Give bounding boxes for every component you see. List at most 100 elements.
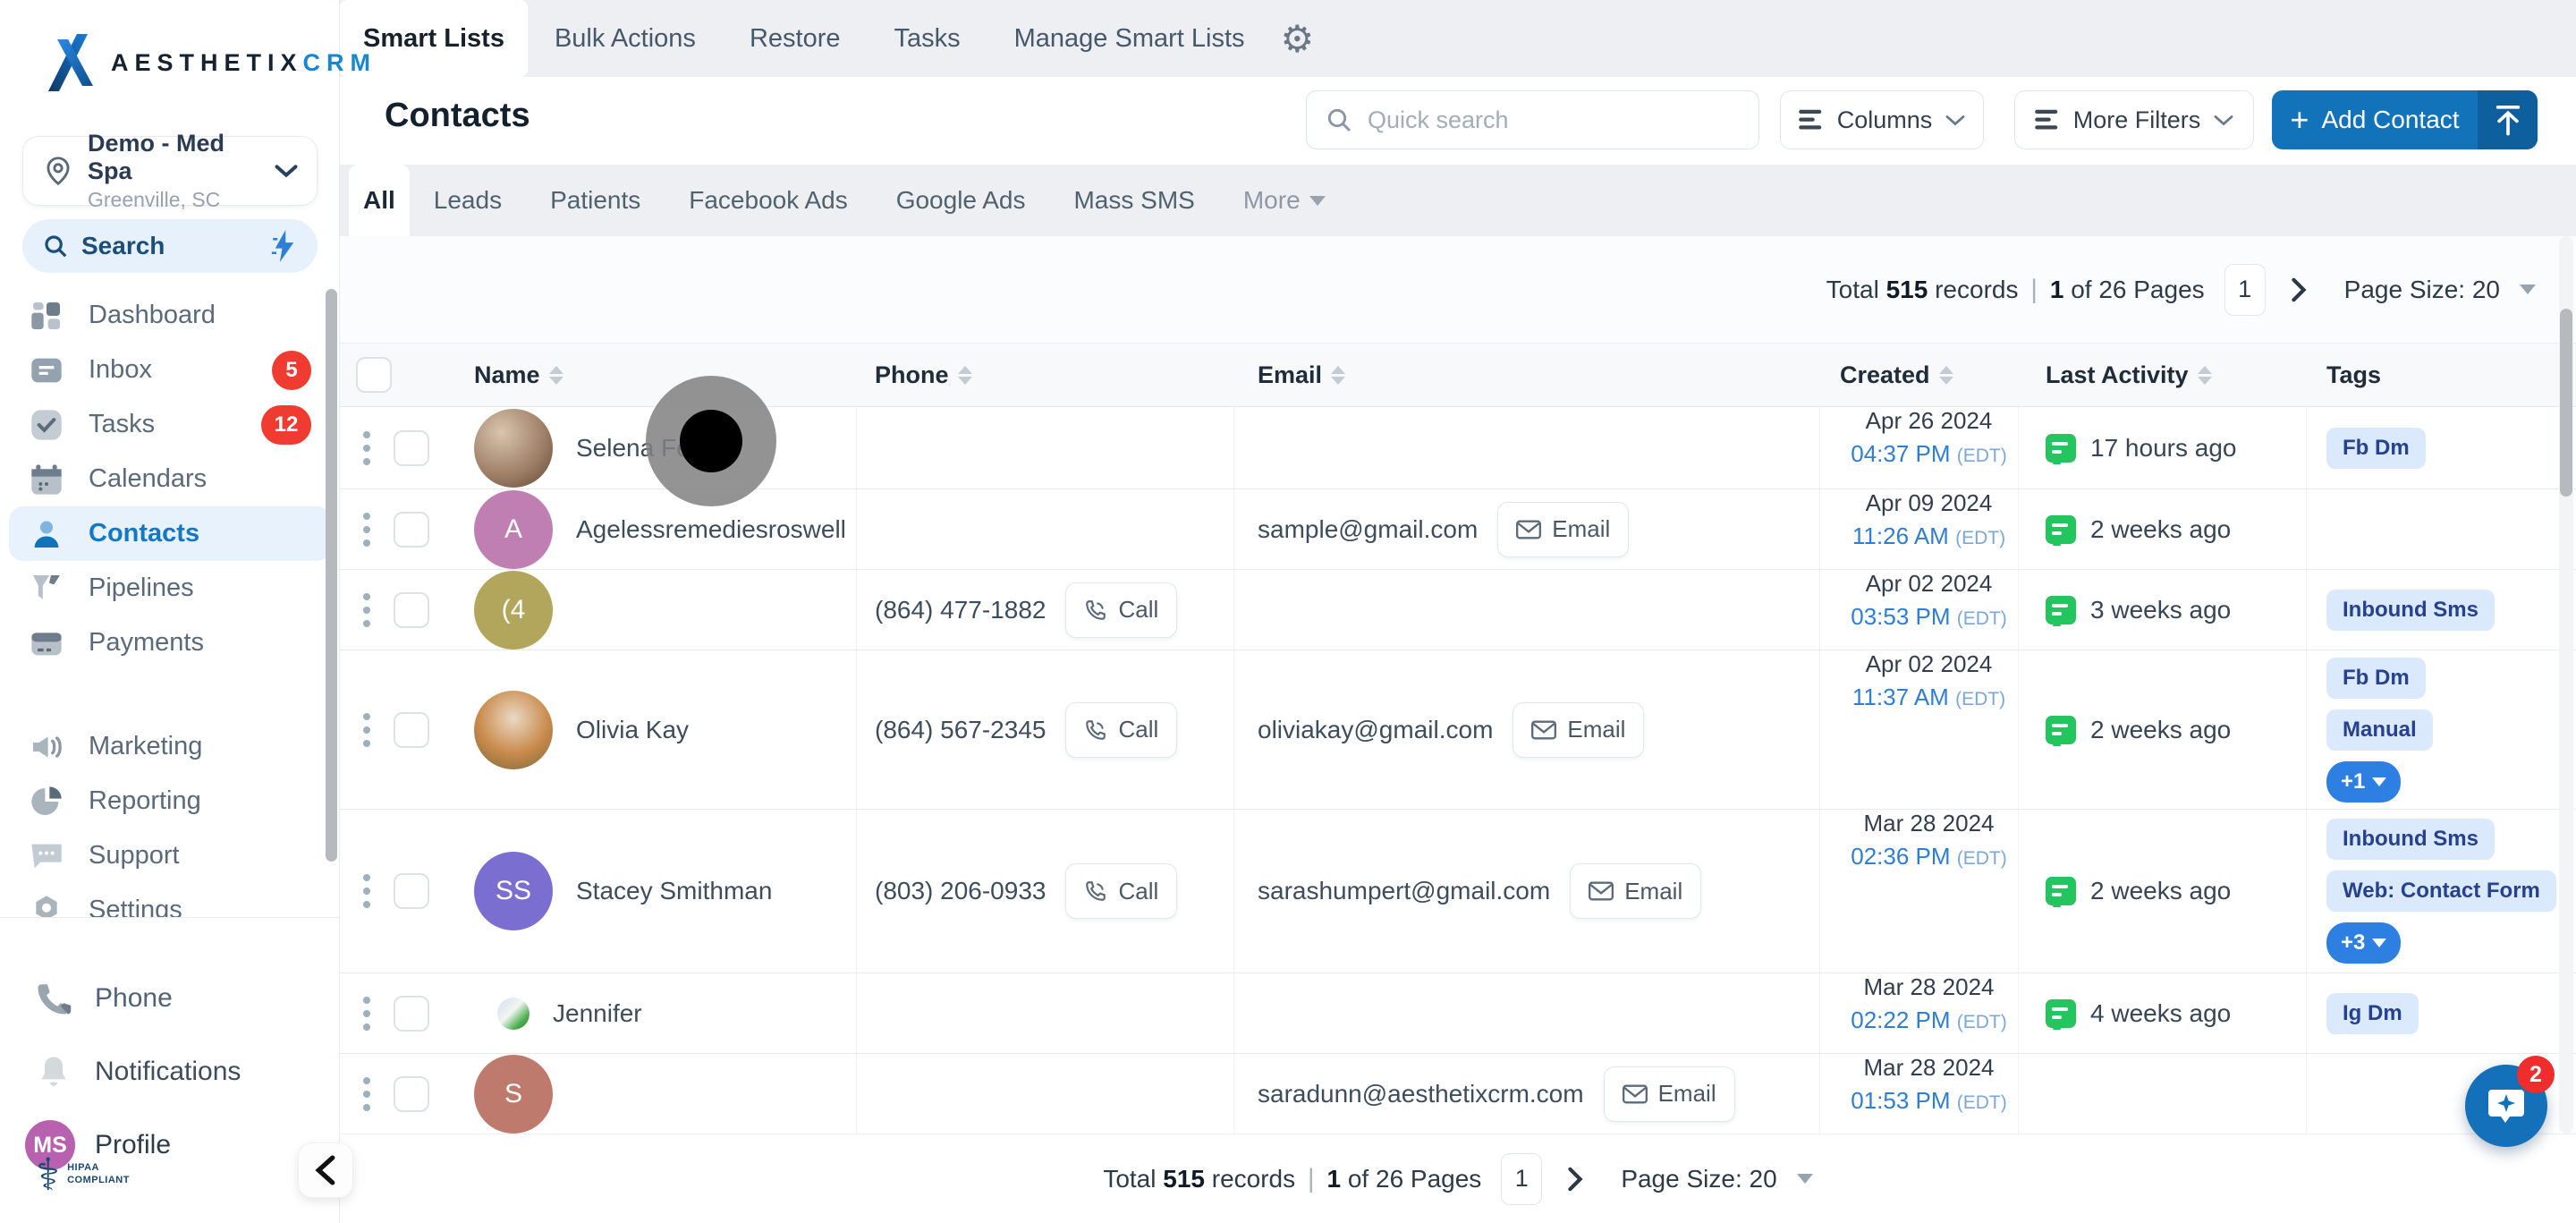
sidebar-item-tasks[interactable]: Tasks 12 xyxy=(9,397,331,452)
contact-name-link[interactable]: Jennifer xyxy=(553,999,642,1028)
tag-pill: Inbound Sms xyxy=(2326,590,2495,631)
call-button[interactable]: Call xyxy=(1065,582,1177,638)
email-button[interactable]: Email xyxy=(1570,863,1701,919)
table-row[interactable]: (4 (864) 477-1882 Call Apr 02 2024 03:53… xyxy=(340,570,2576,650)
sidebar-search[interactable]: Search xyxy=(22,219,318,273)
row-checkbox[interactable] xyxy=(394,873,429,909)
page-number-input[interactable] xyxy=(1501,1153,1542,1205)
column-header-email[interactable]: Email xyxy=(1234,361,1820,389)
tab-manage-smart-lists[interactable]: Manage Smart Lists xyxy=(987,0,1272,77)
select-all-checkbox[interactable] xyxy=(356,357,392,393)
email-button[interactable]: Email xyxy=(1604,1066,1735,1122)
sidebar-item-phone[interactable]: Phone xyxy=(0,970,339,1027)
add-contact-button[interactable]: + Add Contact xyxy=(2272,90,2538,149)
table-row[interactable]: S saradunn@aesthetixcrm.com Email Mar 28… xyxy=(340,1054,2576,1134)
page-number-input[interactable] xyxy=(2224,264,2266,316)
row-checkbox[interactable] xyxy=(394,712,429,748)
tab-tasks[interactable]: Tasks xyxy=(867,0,987,77)
sidebar: AESTHETIXCRM Demo - Med Spa Greenville, … xyxy=(0,0,340,1223)
sidebar-item-notifications[interactable]: Notifications xyxy=(0,1043,339,1100)
quick-search[interactable] xyxy=(1306,90,1759,149)
next-page-button[interactable] xyxy=(1562,1163,1589,1195)
message-icon xyxy=(2046,877,2076,905)
smartlist-tab-facebook-ads[interactable]: Facebook Ads xyxy=(665,165,871,236)
drag-handle-icon[interactable] xyxy=(363,713,370,747)
row-checkbox[interactable] xyxy=(394,1076,429,1112)
sidebar-item-label: Inbox xyxy=(89,355,152,385)
sidebar-item-payments[interactable]: Payments xyxy=(9,616,331,670)
drag-handle-icon[interactable] xyxy=(363,997,370,1031)
smartlist-tab-patients[interactable]: Patients xyxy=(526,165,665,236)
sidebar-item-dashboard[interactable]: Dashboard xyxy=(9,288,331,343)
column-header-tags: Tags xyxy=(2307,361,2576,389)
columns-button[interactable]: Columns xyxy=(1780,90,1984,149)
more-tags-button[interactable]: +1 xyxy=(2326,761,2401,803)
email-button[interactable]: Email xyxy=(1513,702,1644,758)
row-checkbox[interactable] xyxy=(394,996,429,1032)
caret-down-icon[interactable] xyxy=(2520,285,2536,294)
more-label: More xyxy=(1243,186,1301,215)
caret-down-icon[interactable] xyxy=(1797,1174,1813,1184)
records-summary: Total 515 records | 1 of 26 Pages xyxy=(1826,275,2205,305)
table-row[interactable]: Jennifer Mar 28 2024 02:22 PM (EDT) 4 we… xyxy=(340,973,2576,1054)
page-size-label[interactable]: Page Size: 20 xyxy=(1621,1165,1776,1193)
credit-card-icon xyxy=(27,624,66,663)
row-checkbox[interactable] xyxy=(394,512,429,548)
page-size-label[interactable]: Page Size: 20 xyxy=(2344,276,2500,304)
smartlist-tab-google-ads[interactable]: Google Ads xyxy=(872,165,1050,236)
sidebar-scrollbar[interactable] xyxy=(326,289,337,862)
smartlist-tab-more[interactable]: More xyxy=(1219,165,1350,236)
main-content: Smart Lists Bulk Actions Restore Tasks M… xyxy=(340,0,2576,1223)
sidebar-item-reporting[interactable]: Reporting xyxy=(9,774,331,828)
column-header-last-activity[interactable]: Last Activity xyxy=(2019,361,2307,389)
row-checkbox[interactable] xyxy=(394,592,429,628)
table-row[interactable]: SS Stacey Smithman (803) 206-0933 Call s… xyxy=(340,810,2576,973)
sidebar-item-calendars[interactable]: Calendars xyxy=(9,452,331,506)
call-button[interactable]: Call xyxy=(1065,702,1177,758)
contact-name-link[interactable]: Selena Felix xyxy=(576,434,714,463)
sidebar-item-contacts[interactable]: Contacts xyxy=(9,506,331,561)
drag-handle-icon[interactable] xyxy=(363,1077,370,1111)
drag-handle-icon[interactable] xyxy=(363,593,370,627)
sidebar-item-inbox[interactable]: Inbox 5 xyxy=(9,343,331,397)
import-contacts-button[interactable] xyxy=(2478,90,2538,149)
search-icon xyxy=(42,233,69,259)
smartlist-tab-all[interactable]: All xyxy=(349,165,410,236)
last-activity-cell: 3 weeks ago xyxy=(2019,570,2307,650)
location-selector[interactable]: Demo - Med Spa Greenville, SC xyxy=(22,136,318,206)
more-filters-button[interactable]: More Filters xyxy=(2014,90,2254,149)
next-page-button[interactable] xyxy=(2285,274,2312,306)
table-row[interactable]: A Agelessremediesroswell sample@gmail.co… xyxy=(340,489,2576,570)
contact-name-link[interactable]: Agelessremediesroswell xyxy=(576,515,846,544)
smart-list-tab-band: All Leads Patients Facebook Ads Google A… xyxy=(340,165,2576,236)
smartlist-tab-leads[interactable]: Leads xyxy=(410,165,526,236)
contact-name-link[interactable]: Olivia Kay xyxy=(576,716,689,744)
column-header-created[interactable]: Created xyxy=(1820,361,2019,389)
email-button[interactable]: Email xyxy=(1497,502,1629,557)
sidebar-collapse-button[interactable] xyxy=(298,1142,353,1198)
message-icon xyxy=(2046,716,2076,744)
table-row[interactable]: Selena Felix Apr 26 2024 04:37 PM (EDT) … xyxy=(340,407,2576,489)
sidebar-item-support[interactable]: Support xyxy=(9,828,331,883)
contact-name-link[interactable]: Stacey Smithman xyxy=(576,877,772,905)
table-scrollbar[interactable] xyxy=(2560,309,2572,497)
quick-search-input[interactable] xyxy=(1368,106,1707,134)
sidebar-item-pipelines[interactable]: Pipelines xyxy=(9,561,331,616)
column-header-phone[interactable]: Phone xyxy=(857,361,1234,389)
created-cell: Apr 26 2024 04:37 PM (EDT) xyxy=(1820,407,2019,488)
more-tags-button[interactable]: +3 xyxy=(2326,922,2401,964)
row-checkbox[interactable] xyxy=(394,430,429,466)
drag-handle-icon[interactable] xyxy=(363,874,370,908)
call-button[interactable]: Call xyxy=(1065,863,1177,919)
tab-restore[interactable]: Restore xyxy=(723,0,868,77)
settings-gear-icon[interactable]: ⚙ xyxy=(1272,0,1324,77)
drag-handle-icon[interactable] xyxy=(363,513,370,547)
chat-widget-button[interactable]: 2 xyxy=(2465,1065,2547,1147)
tab-bulk-actions[interactable]: Bulk Actions xyxy=(528,0,723,77)
column-header-name[interactable]: Name xyxy=(474,361,857,389)
drag-handle-icon[interactable] xyxy=(363,431,370,465)
tag-pill: Web: Contact Form xyxy=(2326,871,2556,912)
table-row[interactable]: Olivia Kay (864) 567-2345 Call oliviakay… xyxy=(340,650,2576,810)
smartlist-tab-mass-sms[interactable]: Mass SMS xyxy=(1049,165,1218,236)
sidebar-item-marketing[interactable]: Marketing xyxy=(9,719,331,774)
